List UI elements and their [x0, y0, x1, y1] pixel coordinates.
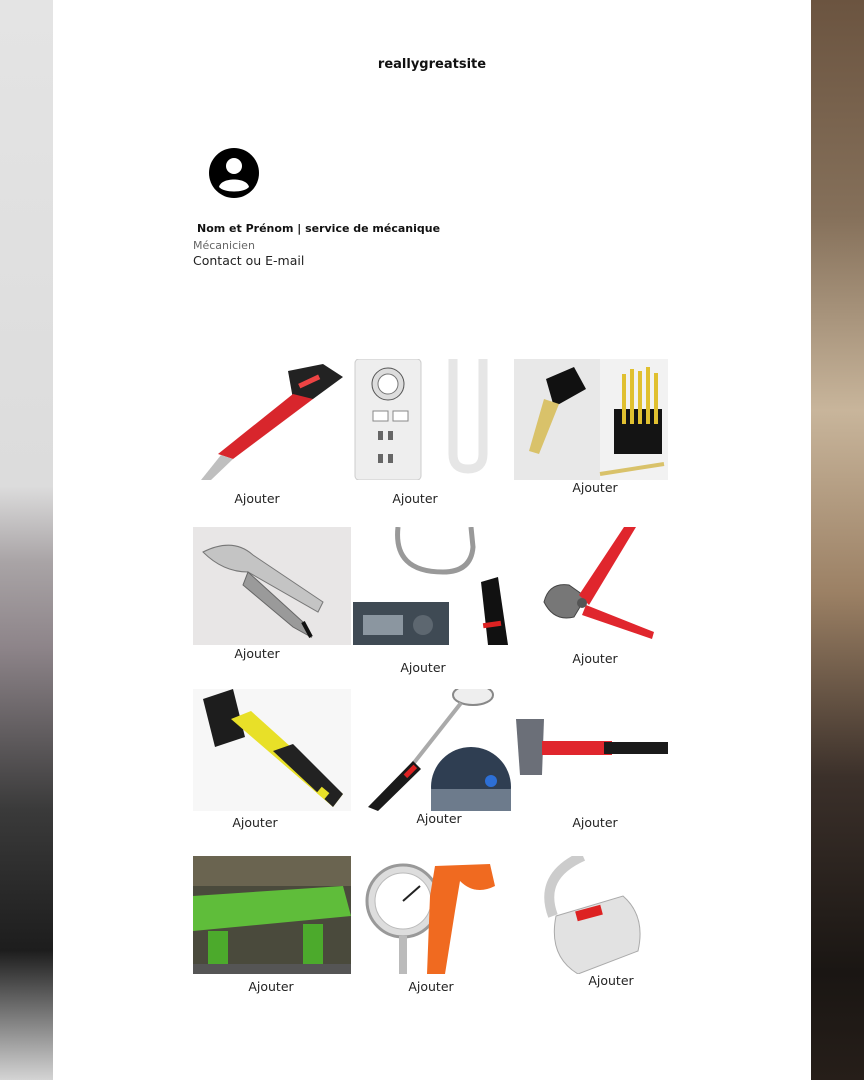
rubber-mallet-image[interactable] [193, 689, 351, 811]
dial-thickness-gauge-image[interactable] [365, 856, 497, 974]
add-button[interactable]: Ajouter [561, 480, 629, 495]
add-button[interactable]: Ajouter [381, 491, 449, 506]
add-button[interactable]: Ajouter [221, 815, 289, 830]
add-button[interactable]: Ajouter [561, 815, 629, 830]
add-button[interactable]: Ajouter [561, 651, 629, 666]
profile-contact[interactable]: Contact ou E-mail [193, 253, 304, 268]
add-button[interactable]: Ajouter [405, 811, 473, 826]
timer-power-strip-image[interactable] [353, 359, 511, 480]
flexible-inspection-tool-image[interactable] [353, 527, 511, 645]
scraper-tool-image[interactable] [193, 359, 351, 480]
profile-role: Mécanicien [193, 239, 255, 252]
add-button[interactable]: Ajouter [577, 973, 645, 988]
add-button[interactable]: Ajouter [223, 646, 291, 661]
cable-cutter-image[interactable] [514, 527, 668, 645]
tape-measure-image[interactable] [528, 856, 652, 974]
add-button[interactable]: Ajouter [389, 660, 457, 675]
site-name: reallygreatsite [377, 57, 487, 72]
add-button[interactable]: Ajouter [223, 491, 291, 506]
background-right-edge [811, 0, 864, 1080]
profile-name-line: Nom et Prénom | service de mécanique [197, 222, 441, 235]
metal-shear-machine-image[interactable] [193, 856, 351, 974]
add-button[interactable]: Ajouter [237, 979, 305, 994]
background-left-edge [0, 0, 53, 1080]
add-button[interactable]: Ajouter [397, 979, 465, 994]
user-circle-icon [209, 148, 259, 198]
locking-pliers-image[interactable] [193, 527, 351, 645]
inspection-mirror-image[interactable] [353, 689, 511, 811]
chisel-set-image[interactable] [514, 359, 668, 480]
machinist-hammer-image[interactable] [514, 689, 668, 811]
page-sheet: reallygreatsite Nom et Prénom | service … [53, 0, 811, 1080]
